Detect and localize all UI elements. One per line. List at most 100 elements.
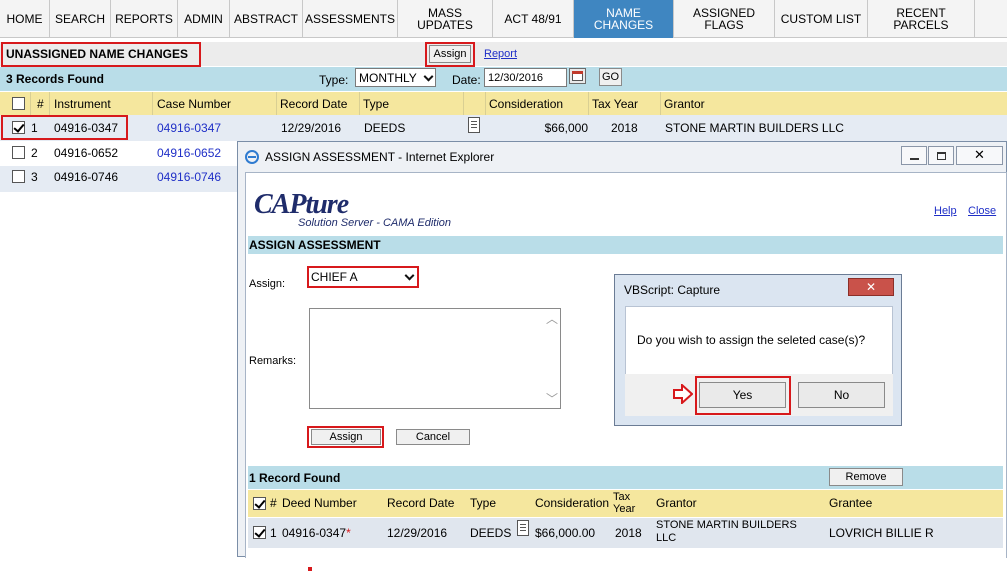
window-close-icon[interactable]: ✕ [956,146,1003,165]
row-checkbox[interactable] [12,146,25,159]
nav-custom-list[interactable]: CUSTOM LIST [775,0,868,38]
row-type: DEEDS [364,121,406,135]
assign-button[interactable]: Assign [429,45,471,63]
remove-button[interactable]: Remove [829,468,903,486]
document-icon[interactable] [517,520,529,536]
dialog-header-num: # [270,496,277,510]
nav-name-changes[interactable]: NAME CHANGES [574,0,674,38]
header-num: # [37,97,44,111]
calendar-icon[interactable] [569,68,586,84]
page-title: UNASSIGNED NAME CHANGES [6,47,189,61]
spacer [308,567,312,571]
nav-act-48-91[interactable]: ACT 48/91 [493,0,574,38]
case-number-link[interactable]: 04916-0347 [157,121,221,135]
row-tax-year: 2018 [611,121,638,135]
header-record-date: Record Date [280,97,348,111]
top-nav: HOME SEARCH REPORTS ADMIN ABSTRACT ASSES… [0,0,1007,38]
type-label: Type: [319,73,349,87]
header-consideration: Consideration [489,97,564,111]
nav-admin[interactable]: ADMIN [178,0,230,38]
assign-select-value: CHIEF A [311,270,358,284]
deed-number: 04916-0347 [282,526,347,540]
dialog-row-grantor: STONE MARTIN BUILDERS LLC [656,519,797,544]
nav-recent-parcels[interactable]: RECENT PARCELS [868,0,975,38]
row-grantor: STONE MARTIN BUILDERS LLC [665,121,844,135]
yes-button[interactable]: Yes [699,382,786,408]
records-found: 3 Records Found [6,72,105,86]
dialog-row-deed: 04916-0347* [282,526,351,540]
dialog-header-record-date: Record Date [387,496,455,510]
row-num: 3 [31,170,38,184]
dialog-row-tax-year: 2018 [615,526,642,540]
nav-abstract[interactable]: ABSTRACT [230,0,303,38]
confirm-dialog: VBScript: Capture ✕ Do you wish to assig… [614,274,902,426]
ie-icon [245,150,259,164]
remarks-label: Remarks: [249,355,297,367]
scrollbar[interactable]: ︿ ﹀ [543,309,560,408]
row-instrument: 04916-0347 [54,121,119,135]
logo-subtitle: Solution Server - CAMA Edition [298,217,452,229]
nav-home[interactable]: HOME [0,0,50,38]
row-instrument: 04916-0746 [54,170,119,184]
window-titlebar: ASSIGN ASSESSMENT - Internet Explorer ✕ [238,142,1006,171]
row-record-date: 12/29/2016 [281,121,342,135]
window-title: ASSIGN ASSESSMENT - Internet Explorer [265,150,495,164]
date-value: 12/30/2016 [488,71,544,84]
confirm-title: VBScript: Capture [624,283,721,297]
dialog-cancel-button[interactable]: Cancel [396,429,470,445]
date-label: Date: [452,73,481,87]
header-grantor: Grantor [664,97,705,111]
remarks-textarea[interactable]: ︿ ﹀ [309,308,561,409]
type-select[interactable]: MONTHLY [355,68,436,87]
dialog-records-found: 1 Record Found [249,471,341,485]
confirm-close-icon[interactable]: ✕ [848,278,894,296]
dialog-header-grantor: Grantor [656,496,697,510]
report-link[interactable]: Report [484,48,517,60]
nav-reports[interactable]: REPORTS [111,0,178,38]
header-case-number: Case Number [157,97,232,111]
row-checkbox[interactable] [12,170,25,183]
dialog-header-tax-year: Tax Year [613,491,636,515]
row-num: 2 [31,146,38,160]
close-link[interactable]: Close [968,205,996,217]
maximize-button[interactable] [928,146,954,165]
chevron-down-icon [423,71,434,82]
confirm-message: Do you wish to assign the seleted case(s… [637,333,866,347]
arrow-pointer-icon [673,382,694,406]
nav-search[interactable]: SEARCH [50,0,111,38]
section-title: ASSIGN ASSESSMENT [249,238,381,252]
dialog-assign-button[interactable]: Assign [311,429,381,445]
row-num: 1 [31,121,38,135]
case-number-link[interactable]: 04916-0652 [157,146,221,160]
dialog-header-consideration: Consideration [535,496,610,510]
required-mark: * [346,526,351,540]
dialog-header-grantee: Grantee [829,496,873,510]
dialog-row-num: 1 [270,526,277,540]
document-icon[interactable] [468,117,480,133]
type-value: MONTHLY [359,70,417,85]
dialog-header-type: Type [470,496,497,510]
help-link[interactable]: Help [934,205,957,217]
dialog-row-grantee: LOVRICH BILLIE R [829,526,934,540]
chevron-down-icon [404,270,415,281]
row-checkbox[interactable] [12,121,25,134]
assign-label: Assign: [249,278,286,290]
no-button[interactable]: No [798,382,885,408]
case-number-link[interactable]: 04916-0746 [157,170,221,184]
minimize-button[interactable] [901,146,927,165]
header-type: Type [363,97,390,111]
nav-assessments[interactable]: ASSESSMENTS [303,0,398,38]
select-all-checkbox[interactable] [253,497,266,510]
date-input[interactable]: 12/30/2016 [484,68,567,87]
dialog-row-type: DEEDS [470,526,512,540]
nav-assigned-flags[interactable]: ASSIGNED FLAGS [674,0,775,38]
select-all-checkbox[interactable] [12,97,25,110]
dialog-row-consideration: $66,000.00 [535,526,596,540]
row-instrument: 04916-0652 [54,146,119,160]
row-checkbox[interactable] [253,526,266,539]
header-tax-year: Tax Year [592,97,639,111]
go-button[interactable]: GO [599,68,622,86]
header-instrument: Instrument [54,97,111,111]
assign-select[interactable]: CHIEF A [310,269,416,285]
nav-mass-updates[interactable]: MASS UPDATES [398,0,493,38]
